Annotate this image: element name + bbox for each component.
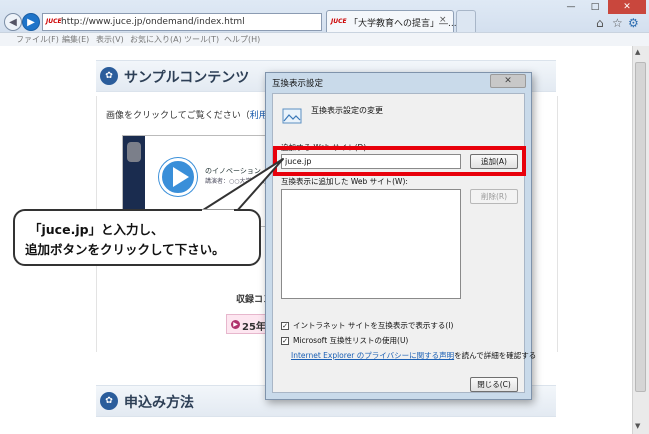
ms-list-checkbox[interactable]: ✓ [281, 336, 289, 345]
play-icon[interactable] [159, 158, 197, 196]
ms-list-checkbox-row[interactable]: ✓ Microsoft 互換性リストの使用(U) [281, 335, 408, 346]
thumb-caption: のイノベーション [205, 167, 261, 175]
menu-help[interactable]: ヘルプ(H) [224, 34, 260, 45]
favorites-star-icon[interactable]: ☆ [612, 16, 623, 30]
compat-view-icon [282, 108, 302, 124]
home-icon[interactable]: ⌂ [596, 16, 604, 30]
callout-line-2: 追加ボタンをクリックして下さい。 [25, 242, 225, 257]
tab-close-icon[interactable]: × [439, 15, 447, 25]
forward-arrow-icon[interactable]: ▶ [22, 13, 40, 31]
back-arrow-icon[interactable]: ◀ [4, 13, 22, 31]
menu-favorites[interactable]: お気に入り(A) [130, 34, 182, 45]
browser-toolbar: — □ ✕ ◀ ▶ JUCE http://www.juce.jp/ondema… [0, 0, 649, 46]
dialog-close-icon[interactable]: ✕ [490, 74, 526, 88]
tab-active[interactable]: JUCE 「大学教育への提言」―... × [326, 10, 457, 32]
menu-tools[interactable]: ツール(T) [184, 34, 219, 45]
intranet-checkbox[interactable]: ✓ [281, 321, 289, 330]
play-triangle [173, 167, 189, 187]
gear-icon[interactable]: ⚙ [628, 16, 639, 30]
ms-list-checkbox-label: Microsoft 互換性リストの使用(U) [293, 336, 409, 345]
menu-view[interactable]: 表示(V) [96, 34, 124, 45]
menu-bar: ファイル(F) 編集(E) 表示(V) お気に入り(A) ツール(T) ヘルプ(… [0, 32, 649, 46]
privacy-statement: Internet Explorer のプライバシーに関する声明を読んで詳細を確認… [291, 350, 536, 361]
site-input[interactable] [281, 154, 461, 169]
address-bar[interactable]: JUCE http://www.juce.jp/ondemand/index.h… [42, 13, 363, 31]
menu-file[interactable]: ファイル(F) [16, 34, 59, 45]
new-tab-button[interactable] [456, 10, 476, 32]
privacy-link[interactable]: Internet Explorer のプライバシーに関する声明 [291, 351, 454, 360]
privacy-suffix: を読んで詳細を確認する [454, 351, 537, 360]
dialog-heading: 互換表示設定の変更 [311, 106, 383, 115]
apply-section-title: 申込み方法 [124, 395, 194, 411]
scroll-up-icon[interactable]: ▲ [635, 48, 640, 56]
close-window-button[interactable]: ✕ [608, 0, 646, 14]
sample-section-title: サンプルコンテンツ [124, 70, 250, 86]
minimize-button[interactable]: — [560, 0, 582, 14]
instruction-callout: 「juce.jp」と入力し、 追加ボタンをクリックして下さい。 [13, 209, 261, 266]
dialog-title: 互換表示設定 [272, 79, 324, 89]
site-favicon-icon: JUCE [46, 18, 62, 25]
thumb-caption-sub: 講演者：○○大学 教授 [205, 178, 266, 185]
film-reel-icon: ✿ [100, 67, 118, 85]
intro-text-main: 画像をクリックしてご覧ください（ [106, 111, 250, 121]
tab-favicon-icon: JUCE [331, 18, 347, 25]
maximize-button[interactable]: □ [584, 0, 606, 14]
intranet-checkbox-row[interactable]: ✓ イントラネット サイトを互換表示で表示する(I) [281, 320, 453, 331]
menu-edit[interactable]: 編集(E) [62, 34, 89, 45]
scroll-thumb[interactable] [635, 62, 646, 392]
compat-view-dialog: 互換表示設定 ✕ 互換表示設定の変更 追加する Web サイト(D): 追加(A… [265, 72, 536, 400]
dialog-body: 互換表示設定の変更 追加する Web サイト(D): 追加(A) 互換表示に追加… [272, 93, 536, 393]
add-button[interactable]: 追加(A) [470, 154, 518, 169]
close-button[interactable]: 閉じる(C) [470, 377, 518, 392]
intro-text: 画像をクリックしてご覧ください（利用環境 [106, 108, 286, 121]
address-url[interactable]: http://www.juce.jp/ondemand/index.html [61, 17, 245, 27]
film-reel-icon: ✿ [100, 392, 118, 410]
year-button[interactable]: ▶ 25年度 [226, 314, 276, 334]
speaker-image [127, 142, 141, 162]
scroll-down-icon[interactable]: ▼ [635, 422, 640, 430]
callout-line-1: 「juce.jp」と入力し、 [29, 222, 164, 237]
vertical-scrollbar[interactable]: ▲ ▼ [632, 46, 649, 434]
add-site-label: 追加する Web サイト(D): [281, 143, 369, 152]
chevron-right-icon: ▶ [231, 320, 240, 329]
added-sites-label: 互換表示に追加した Web サイト(W): [281, 177, 408, 186]
intranet-checkbox-label: イントラネット サイトを互換表示で表示する(I) [293, 321, 454, 330]
remove-button[interactable]: 削除(R) [470, 189, 518, 204]
added-sites-list[interactable] [281, 189, 461, 299]
